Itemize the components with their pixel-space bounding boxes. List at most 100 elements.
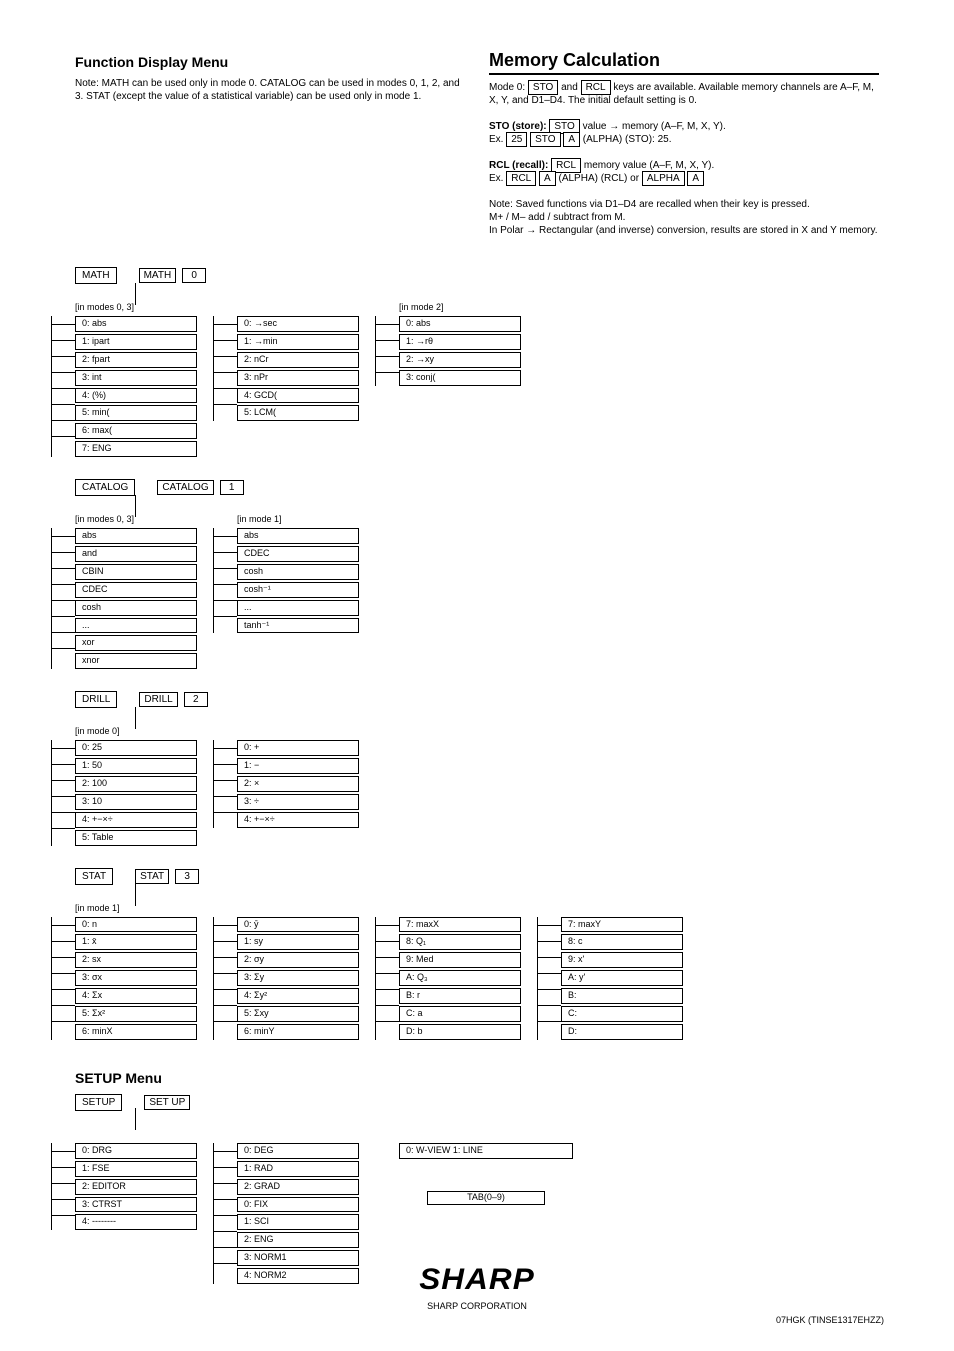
drl-g2-1: 1: − xyxy=(237,758,359,774)
st-g4-1: 8: c xyxy=(561,934,683,950)
cat-g2-3: cosh⁻¹ xyxy=(237,582,359,598)
memory-body: Mode 0: STO and RCL keys are available. … xyxy=(489,81,879,237)
stat-col3: 7: maxX 8: Q₁ 9: Med A: Q₃ B: r C: a D: … xyxy=(399,917,521,1040)
drl-g2-2: 2: × xyxy=(237,776,359,792)
math-g2-2: 2: nCr xyxy=(237,352,359,368)
math-g1-2: 2: fpart xyxy=(75,352,197,368)
math-key-box: MATH xyxy=(139,268,177,283)
key-a2-icon: A xyxy=(539,171,556,186)
st-g3-4: B: r xyxy=(399,988,521,1004)
math-keynum-box: 0 xyxy=(182,268,206,283)
su-c2-2: 2: GRAD xyxy=(237,1179,359,1195)
key-a-icon: A xyxy=(563,132,580,147)
cat-g1-2: CBIN xyxy=(75,564,197,580)
catalog-tree: CATALOG CATALOG 1 [in modes 0, 3] abs an… xyxy=(75,479,879,669)
st-g2-5: 5: Σxy xyxy=(237,1006,359,1022)
su-c2-5: 2: ENG xyxy=(237,1232,359,1248)
stat-spacer2 xyxy=(237,903,359,913)
cat-g2-0: abs xyxy=(237,528,359,544)
cat-g1-3: CDEC xyxy=(75,582,197,598)
drl-g1-3: 3: 10 xyxy=(75,794,197,810)
drl-g1-0: 0: 25 xyxy=(75,740,197,756)
st-g2-0: 0: ȳ xyxy=(237,917,359,933)
math-g2-1: 1: →min xyxy=(237,334,359,350)
math-tree: MATH MATH 0 [in modes 0, 3] 0: abs 1: ip… xyxy=(75,267,879,457)
cat-g1-0: abs xyxy=(75,528,197,544)
rcl-desc: memory value (A–F, M, X, Y). xyxy=(584,160,714,171)
cat-g2-1: CDEC xyxy=(237,546,359,562)
section-title-function-menu: Function Display Menu xyxy=(75,54,465,70)
su-c1-3: 3: CTRST xyxy=(75,1197,197,1213)
setup-tab-box: TAB(0–9) xyxy=(427,1191,545,1205)
math-head-box: MATH xyxy=(75,267,117,284)
key-sto-icon: STO xyxy=(528,80,558,95)
st-g1-0: 0: n xyxy=(75,917,197,933)
rcl-ex-label: Ex. xyxy=(489,173,506,184)
drill-col1: 0: 25 1: 50 2: 100 3: 10 4: +−×÷ 5: Tabl… xyxy=(75,740,197,845)
st-g2-1: 1: sy xyxy=(237,934,359,950)
setup-spacer3 xyxy=(399,1129,573,1139)
catalog-col2: abs CDEC cosh cosh⁻¹ ... tanh⁻¹ xyxy=(237,528,359,633)
math-tree-head: MATH MATH 0 xyxy=(75,267,879,284)
math-g1-7: 7: ENG xyxy=(75,441,197,457)
su-c1-0: 0: DRG xyxy=(75,1143,197,1159)
math-g1-4: 4: (%) xyxy=(75,388,197,404)
key-alpha-icon: ALPHA xyxy=(642,171,685,186)
stat-col4: 7: maxY 8: c 9: x' A: y' B: C: D: xyxy=(561,917,683,1040)
rcl-ex-rest: (ALPHA) (RCL) or xyxy=(558,173,641,184)
cat-g2-5: tanh⁻¹ xyxy=(237,618,359,634)
su-c2-4: 1: SCI xyxy=(237,1214,359,1230)
math-g3-3: 3: conj( xyxy=(399,370,521,386)
math-group2-label xyxy=(237,302,359,312)
stat-spacer3 xyxy=(399,903,521,913)
cat-g2-2: cosh xyxy=(237,564,359,580)
math-col2: 0: →sec 1: →min 2: nCr 3: nPr 4: GCD( 5:… xyxy=(237,316,359,421)
st-g3-1: 8: Q₁ xyxy=(399,934,521,950)
sto-label: STO (store): xyxy=(489,121,549,132)
setup-head-box: SETUP xyxy=(75,1094,122,1111)
setup-tree: SETUP Menu SETUP SET UP 0: DRG 1: FSE 2:… xyxy=(75,1070,879,1284)
drl-g1-2: 2: 100 xyxy=(75,776,197,792)
su-c2-0: 0: DEG xyxy=(237,1143,359,1159)
setup-spacer2 xyxy=(237,1129,359,1139)
stat-spacer4 xyxy=(561,903,683,913)
drl-g1-5: 5: Table xyxy=(75,830,197,846)
st-g2-2: 2: σy xyxy=(237,952,359,968)
drill-keynum-box: 2 xyxy=(184,692,208,707)
st-g4-4: B: xyxy=(561,988,683,1004)
sharp-logo-icon: SHARP xyxy=(419,1263,535,1297)
header-row: Function Display Menu Note: MATH can be … xyxy=(75,50,879,237)
setup-spacer1 xyxy=(75,1129,197,1139)
drill-tree-head: DRILL DRILL 2 xyxy=(75,691,879,708)
st-g2-4: 4: Σy² xyxy=(237,988,359,1004)
intro-note: Note: MATH can be used only in mode 0. C… xyxy=(75,78,465,103)
drl-g2-3: 3: ÷ xyxy=(237,794,359,810)
drl-g1-1: 1: 50 xyxy=(75,758,197,774)
stat-keynum-box: 3 xyxy=(175,869,199,884)
footer-code: 07HGK (TINSE1317EHZZ) xyxy=(776,1315,884,1325)
drill-tree: DRILL DRILL 2 [in mode 0] 0: 25 1: 50 2:… xyxy=(75,691,879,845)
key-rcl3-icon: RCL xyxy=(506,171,536,186)
st-g4-5: C: xyxy=(561,1006,683,1022)
st-g1-6: 6: minX xyxy=(75,1024,197,1040)
catalog-col1: abs and CBIN CDEC cosh ... xor xnor xyxy=(75,528,197,669)
function-menu-intro: Function Display Menu Note: MATH can be … xyxy=(75,50,465,103)
math-g1-3: 3: int xyxy=(75,370,197,386)
st-g3-6: D: b xyxy=(399,1024,521,1040)
st-g3-2: 9: Med xyxy=(399,952,521,968)
rcl-label: RCL (recall): xyxy=(489,160,551,171)
math-g3-1: 1: →rθ xyxy=(399,334,521,350)
st-g4-3: A: y' xyxy=(561,970,683,986)
math-g2-5: 5: LCM( xyxy=(237,405,359,421)
catalog-tree-head: CATALOG CATALOG 1 xyxy=(75,479,879,496)
catalog-head-box: CATALOG xyxy=(75,479,135,496)
st-g3-5: C: a xyxy=(399,1006,521,1022)
st-g2-3: 3: Σy xyxy=(237,970,359,986)
drill-group1-label: [in mode 0] xyxy=(75,726,197,736)
math-g1-0: 0: abs xyxy=(75,316,197,332)
sto-ex-label: Ex. xyxy=(489,134,506,145)
su-c1-4: 4: -------- xyxy=(75,1214,197,1230)
drill-key-box: DRILL xyxy=(139,692,177,707)
cat-g1-6: xor xyxy=(75,635,197,651)
su-c1-1: 1: FSE xyxy=(75,1161,197,1177)
